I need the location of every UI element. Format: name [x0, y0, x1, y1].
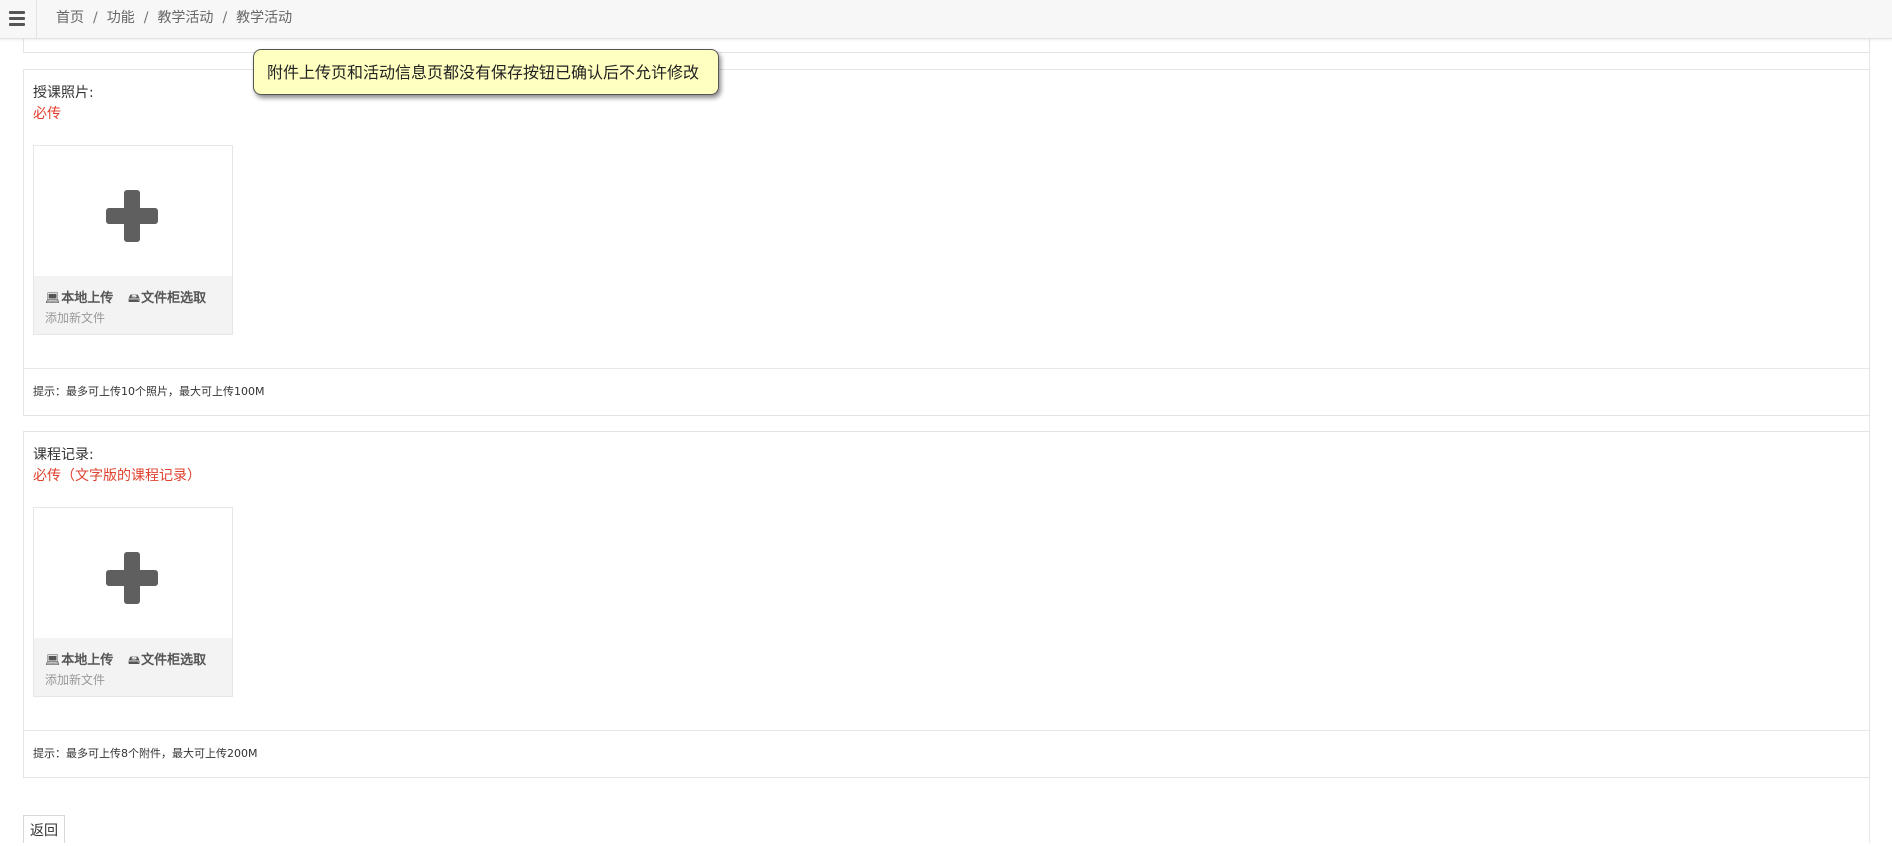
required-note: 必传: [33, 106, 61, 122]
course-record-panel: 课程记录: 必传（文字版的课程记录） 💻︎本地上传 🖴︎文件柜选取 添加新文件 …: [23, 431, 1870, 778]
upload-tip: 提示：最多可上传10个照片，最大可上传100M: [33, 385, 265, 398]
file-cabinet-label: 文件柜选取: [141, 291, 207, 306]
breadcrumb-teaching-activity[interactable]: 教学活动: [157, 10, 213, 26]
breadcrumb: 首页 / 功能 / 教学活动 / 教学活动: [56, 0, 292, 36]
upload-dropzone[interactable]: 💻︎本地上传 🖴︎文件柜选取 添加新文件: [33, 145, 233, 335]
breadcrumb-separator: /: [143, 10, 149, 26]
warning-tooltip: 附件上传页和活动信息页都没有保存按钮已确认后不允许修改: [253, 49, 719, 95]
drive-icon: 🖴︎: [128, 291, 141, 305]
file-cabinet-label: 文件柜选取: [141, 653, 207, 668]
panel-divider: [24, 730, 1869, 731]
laptop-icon: 💻︎: [45, 291, 61, 305]
top-bar: 首页 / 功能 / 教学活动 / 教学活动: [0, 0, 1892, 39]
add-file-hint: 添加新文件: [45, 311, 106, 325]
add-file-hint: 添加新文件: [45, 673, 106, 687]
menu-icon: [9, 11, 25, 14]
breadcrumb-home[interactable]: 首页: [56, 10, 84, 26]
file-cabinet-button[interactable]: 🖴︎文件柜选取: [128, 287, 206, 310]
upload-dropzone[interactable]: 💻︎本地上传 🖴︎文件柜选取 添加新文件: [33, 507, 233, 697]
breadcrumb-function[interactable]: 功能: [107, 10, 135, 26]
upload-footer: 💻︎本地上传 🖴︎文件柜选取 添加新文件: [34, 638, 232, 696]
upload-tip: 提示：最多可上传8个附件，最大可上传200M: [33, 747, 258, 760]
breadcrumb-separator: /: [93, 10, 98, 26]
photo-upload-panel: 授课照片: 必传 💻︎本地上传 🖴︎文件柜选取 添加新文件 提示：最多可上传10…: [23, 69, 1870, 416]
plus-icon-bar: [106, 208, 158, 224]
breadcrumb-separator: /: [222, 10, 228, 26]
panel-divider: [24, 368, 1869, 369]
plus-icon-bar: [106, 570, 158, 586]
menu-icon-bar: [9, 23, 25, 26]
local-upload-label: 本地上传: [61, 653, 114, 668]
upload-footer: 💻︎本地上传 🖴︎文件柜选取 添加新文件: [34, 276, 232, 334]
section-title: 授课照片:: [33, 85, 94, 101]
required-note: 必传（文字版的课程记录）: [33, 468, 201, 484]
local-upload-button[interactable]: 💻︎本地上传: [45, 287, 113, 306]
menu-icon-bar: [9, 17, 25, 20]
drive-icon: 🖴︎: [128, 653, 141, 667]
breadcrumb-current: 教学活动: [236, 10, 293, 26]
section-title: 课程记录:: [33, 447, 94, 463]
file-cabinet-button[interactable]: 🖴︎文件柜选取: [128, 649, 206, 672]
local-upload-button[interactable]: 💻︎本地上传: [45, 649, 113, 668]
back-button[interactable]: 返回: [23, 815, 65, 843]
local-upload-label: 本地上传: [61, 291, 114, 306]
laptop-icon: 💻︎: [45, 653, 61, 667]
hamburger-menu-button[interactable]: [0, 0, 37, 38]
